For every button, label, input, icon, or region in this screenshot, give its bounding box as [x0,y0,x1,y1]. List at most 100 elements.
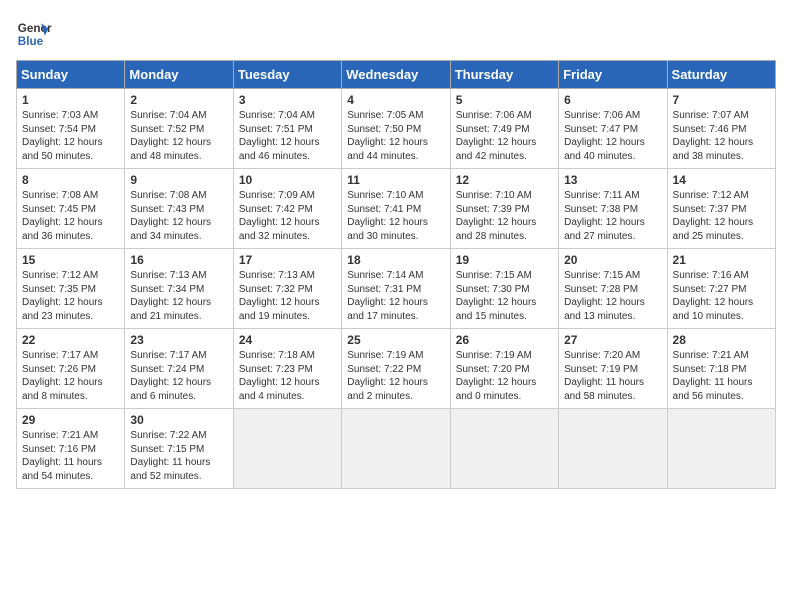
day-header-tuesday: Tuesday [233,61,341,89]
day-header-wednesday: Wednesday [342,61,450,89]
calendar-cell: 14 Sunrise: 7:12 AMSunset: 7:37 PMDayligh… [667,169,775,249]
day-detail: Sunrise: 7:08 AMSunset: 7:45 PMDaylight:… [22,190,103,242]
day-detail: Sunrise: 7:12 AMSunset: 7:35 PMDaylight:… [22,270,103,322]
calendar-cell: 4 Sunrise: 7:05 AMSunset: 7:50 PMDaylight… [342,89,450,169]
day-number: 11 [347,173,445,187]
calendar-cell: 27 Sunrise: 7:20 AMSunset: 7:19 PMDayligh… [559,329,667,409]
calendar-cell: 17 Sunrise: 7:13 AMSunset: 7:32 PMDayligh… [233,249,341,329]
day-detail: Sunrise: 7:15 AMSunset: 7:30 PMDaylight:… [456,270,537,322]
day-detail: Sunrise: 7:16 AMSunset: 7:27 PMDaylight:… [673,270,754,322]
day-number: 13 [564,173,662,187]
calendar-cell: 19 Sunrise: 7:15 AMSunset: 7:30 PMDayligh… [450,249,558,329]
day-number: 28 [673,333,771,347]
calendar-cell: 3 Sunrise: 7:04 AMSunset: 7:51 PMDaylight… [233,89,341,169]
day-number: 21 [673,253,771,267]
day-number: 6 [564,93,662,107]
day-number: 8 [22,173,120,187]
day-detail: Sunrise: 7:18 AMSunset: 7:23 PMDaylight:… [239,350,320,402]
day-header-monday: Monday [125,61,233,89]
day-number: 30 [130,413,228,427]
day-detail: Sunrise: 7:07 AMSunset: 7:46 PMDaylight:… [673,110,754,162]
day-header-friday: Friday [559,61,667,89]
day-detail: Sunrise: 7:21 AMSunset: 7:16 PMDaylight:… [22,430,102,482]
calendar-cell: 18 Sunrise: 7:14 AMSunset: 7:31 PMDayligh… [342,249,450,329]
day-detail: Sunrise: 7:13 AMSunset: 7:32 PMDaylight:… [239,270,320,322]
calendar-cell: 29 Sunrise: 7:21 AMSunset: 7:16 PMDayligh… [17,409,125,489]
day-detail: Sunrise: 7:10 AMSunset: 7:39 PMDaylight:… [456,190,537,242]
day-number: 5 [456,93,554,107]
day-header-thursday: Thursday [450,61,558,89]
day-detail: Sunrise: 7:21 AMSunset: 7:18 PMDaylight:… [673,350,753,402]
day-header-saturday: Saturday [667,61,775,89]
calendar-cell: 12Sunrise: 7:10 AMSunset: 7:39 PMDayligh… [450,169,558,249]
calendar-table: SundayMondayTuesdayWednesdayThursdayFrid… [16,60,776,489]
day-number: 14 [673,173,771,187]
day-detail: Sunrise: 7:17 AMSunset: 7:26 PMDaylight:… [22,350,103,402]
calendar-cell: 11 Sunrise: 7:10 AMSunset: 7:41 PMDayligh… [342,169,450,249]
calendar-cell [450,409,558,489]
calendar-cell: 9 Sunrise: 7:08 AMSunset: 7:43 PMDaylight… [125,169,233,249]
day-number: 1 [22,93,120,107]
day-number: 2 [130,93,228,107]
day-number: 16 [130,253,228,267]
day-number: 10 [239,173,337,187]
calendar-cell: 25 Sunrise: 7:19 AMSunset: 7:22 PMDayligh… [342,329,450,409]
day-number: 18 [347,253,445,267]
calendar-cell: 7 Sunrise: 7:07 AMSunset: 7:46 PMDaylight… [667,89,775,169]
calendar-cell [559,409,667,489]
day-detail: Sunrise: 7:03 AMSunset: 7:54 PMDaylight:… [22,110,103,162]
calendar-cell [233,409,341,489]
calendar-cell: 6 Sunrise: 7:06 AMSunset: 7:47 PMDaylight… [559,89,667,169]
day-detail: Sunrise: 7:19 AMSunset: 7:20 PMDaylight:… [456,350,537,402]
day-detail: Sunrise: 7:06 AMSunset: 7:47 PMDaylight:… [564,110,645,162]
calendar-cell: 30 Sunrise: 7:22 AMSunset: 7:15 PMDayligh… [125,409,233,489]
calendar-cell: 28 Sunrise: 7:21 AMSunset: 7:18 PMDayligh… [667,329,775,409]
day-header-sunday: Sunday [17,61,125,89]
calendar-cell: 15 Sunrise: 7:12 AMSunset: 7:35 PMDayligh… [17,249,125,329]
calendar-cell: 13 Sunrise: 7:11 AMSunset: 7:38 PMDayligh… [559,169,667,249]
day-detail: Sunrise: 7:09 AMSunset: 7:42 PMDaylight:… [239,190,320,242]
day-number: 19 [456,253,554,267]
calendar-cell: 5 Sunrise: 7:06 AMSunset: 7:49 PMDaylight… [450,89,558,169]
calendar-cell: 1 Sunrise: 7:03 AMSunset: 7:54 PMDaylight… [17,89,125,169]
day-detail: Sunrise: 7:12 AMSunset: 7:37 PMDaylight:… [673,190,754,242]
day-detail: Sunrise: 7:14 AMSunset: 7:31 PMDaylight:… [347,270,428,322]
calendar-cell: 23 Sunrise: 7:17 AMSunset: 7:24 PMDayligh… [125,329,233,409]
day-detail: Sunrise: 7:08 AMSunset: 7:43 PMDaylight:… [130,190,211,242]
day-number: 27 [564,333,662,347]
day-detail: Sunrise: 7:10 AMSunset: 7:41 PMDaylight:… [347,190,428,242]
day-detail: Sunrise: 7:22 AMSunset: 7:15 PMDaylight:… [130,430,210,482]
day-detail: Sunrise: 7:04 AMSunset: 7:52 PMDaylight:… [130,110,211,162]
calendar-cell [342,409,450,489]
day-number: 7 [673,93,771,107]
calendar-cell: 22 Sunrise: 7:17 AMSunset: 7:26 PMDayligh… [17,329,125,409]
day-number: 15 [22,253,120,267]
calendar-cell: 20Sunrise: 7:15 AMSunset: 7:28 PMDayligh… [559,249,667,329]
calendar-cell: 16 Sunrise: 7:13 AMSunset: 7:34 PMDayligh… [125,249,233,329]
day-number: 25 [347,333,445,347]
day-number: 29 [22,413,120,427]
day-detail: Sunrise: 7:11 AMSunset: 7:38 PMDaylight:… [564,190,645,242]
header: General Blue [16,16,776,52]
day-detail: Sunrise: 7:06 AMSunset: 7:49 PMDaylight:… [456,110,537,162]
day-number: 3 [239,93,337,107]
calendar-cell: 8 Sunrise: 7:08 AMSunset: 7:45 PMDaylight… [17,169,125,249]
svg-text:Blue: Blue [18,35,44,48]
day-detail: Sunrise: 7:04 AMSunset: 7:51 PMDaylight:… [239,110,320,162]
day-number: 23 [130,333,228,347]
logo: General Blue [16,16,52,52]
day-detail: Sunrise: 7:13 AMSunset: 7:34 PMDaylight:… [130,270,211,322]
day-detail: Sunrise: 7:05 AMSunset: 7:50 PMDaylight:… [347,110,428,162]
calendar-cell: 26 Sunrise: 7:19 AMSunset: 7:20 PMDayligh… [450,329,558,409]
day-number: 4 [347,93,445,107]
day-number: 9 [130,173,228,187]
logo-icon: General Blue [16,16,52,52]
calendar-cell: 24Sunrise: 7:18 AMSunset: 7:23 PMDayligh… [233,329,341,409]
day-number: 26 [456,333,554,347]
day-detail: Sunrise: 7:19 AMSunset: 7:22 PMDaylight:… [347,350,428,402]
day-detail: Sunrise: 7:20 AMSunset: 7:19 PMDaylight:… [564,350,644,402]
day-number: 22 [22,333,120,347]
day-number: 17 [239,253,337,267]
day-number: 20 [564,253,662,267]
day-detail: Sunrise: 7:17 AMSunset: 7:24 PMDaylight:… [130,350,211,402]
